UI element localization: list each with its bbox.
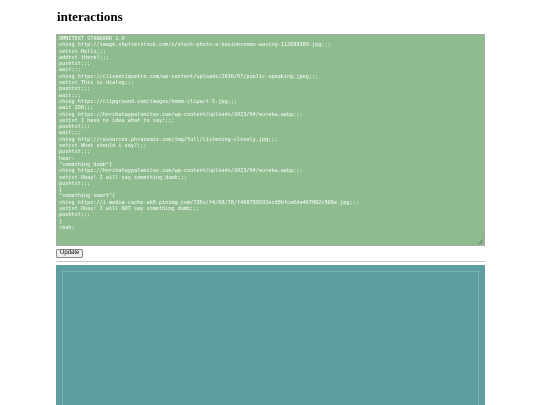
resize-grip-icon[interactable] xyxy=(478,239,483,244)
update-button[interactable]: Update xyxy=(56,249,84,258)
preview-canvas[interactable] xyxy=(56,265,485,405)
preview-frame xyxy=(62,271,479,405)
divider xyxy=(56,261,485,262)
page-title: interactions xyxy=(57,9,123,24)
script-text[interactable]: OMNITEXT STANDARD 1.0 ching http://image… xyxy=(59,36,482,231)
script-editor[interactable]: OMNITEXT STANDARD 1.0 ching http://image… xyxy=(56,34,485,246)
